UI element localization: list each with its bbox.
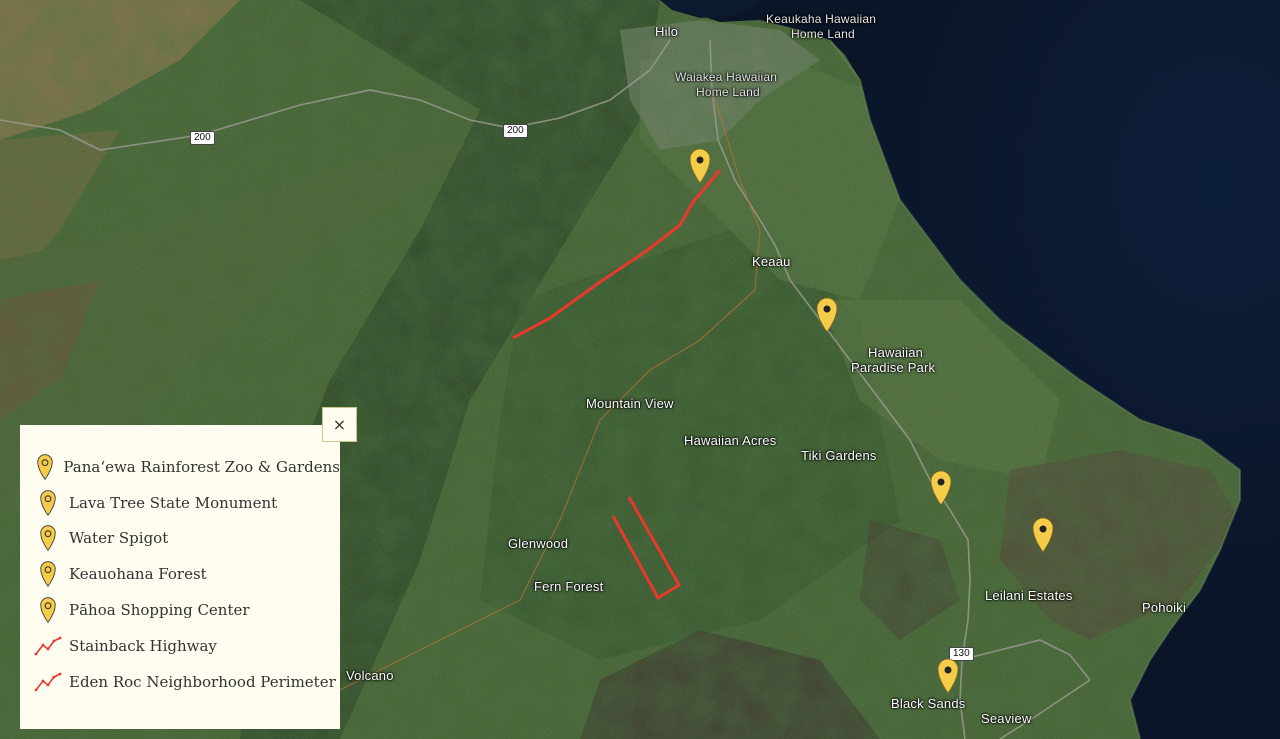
legend-item-panaewa-zoo[interactable]: Pana‘ewa Rainforest Zoo & Gardens	[34, 449, 340, 485]
legend-item-keauohana-forest[interactable]: Keauohana Forest	[34, 556, 340, 592]
place-label-tiki-gardens: Tiki Gardens	[801, 448, 877, 463]
place-label-hilo: Hilo	[655, 24, 679, 39]
map-pin-icon[interactable]	[689, 148, 711, 184]
legend-label: Pāhoa Shopping Center	[69, 601, 250, 620]
map-pin-icon[interactable]	[1032, 517, 1054, 553]
place-label-leilani-estates: Leilani Estates	[985, 588, 1073, 603]
legend-item-water-spigot[interactable]: Water Spigot	[34, 521, 340, 557]
place-label-waiakea: Waiakea Hawaiian	[675, 70, 778, 84]
legend-label: Eden Roc Neighborhood Perimeter	[69, 672, 336, 691]
place-label-volcano: Volcano	[346, 668, 394, 683]
place-label-waiakea-line2: Home Land	[696, 85, 760, 99]
place-label-seaview: Seaview	[981, 711, 1032, 726]
place-label-keaau: Keaau	[752, 254, 791, 269]
place-label-hawaiian-paradise-park: Hawaiian	[868, 345, 924, 360]
place-label-fern-forest: Fern Forest	[534, 579, 604, 594]
legend-item-eden-roc-perimeter[interactable]: Eden Roc Neighborhood Perimeter	[34, 664, 340, 700]
map-pin-icon[interactable]	[930, 470, 952, 506]
legend-label: Keauohana Forest	[69, 565, 207, 584]
map-pin-icon[interactable]	[816, 297, 838, 333]
place-label-mountain-view: Mountain View	[586, 396, 674, 411]
map-pin-icon[interactable]	[937, 658, 959, 694]
place-label-black-sands: Black Sands	[891, 696, 966, 711]
map-pin-icon	[34, 489, 62, 517]
legend-label: Pana‘ewa Rainforest Zoo & Gardens	[63, 457, 340, 476]
close-icon: ×	[332, 414, 347, 434]
place-label-hawaiian-acres: Hawaiian Acres	[684, 433, 777, 448]
legend-item-pahoa-shopping[interactable]: Pāhoa Shopping Center	[34, 592, 340, 628]
legend-label: Water Spigot	[69, 529, 169, 548]
map-pin-icon	[34, 560, 62, 588]
legend-item-lava-tree[interactable]: Lava Tree State Monument	[34, 485, 340, 521]
place-label-keaukaha: Keaukaha Hawaiian	[766, 12, 877, 26]
place-label-keaukaha-line2: Home Land	[791, 27, 855, 41]
polyline-icon	[34, 632, 62, 660]
map-legend: Pana‘ewa Rainforest Zoo & Gardens Lava T…	[20, 425, 340, 729]
legend-label: Lava Tree State Monument	[69, 493, 278, 512]
legend-label: Stainback Highway	[69, 636, 217, 655]
place-label-glenwood: Glenwood	[508, 536, 569, 551]
place-label-pohoiki: Pohoiki	[1142, 600, 1187, 615]
close-legend-button[interactable]: ×	[322, 407, 357, 442]
polyline-icon	[34, 668, 62, 696]
legend-item-stainback-highway[interactable]: Stainback Highway	[34, 628, 340, 664]
place-label-hawaiian-paradise-park-line2: Paradise Park	[851, 360, 936, 375]
map-pin-icon	[34, 596, 62, 624]
route-shield-200: 200	[503, 124, 528, 138]
map-pin-icon	[34, 524, 62, 552]
map-pin-icon	[34, 453, 56, 481]
route-shield-200: 200	[190, 131, 215, 145]
